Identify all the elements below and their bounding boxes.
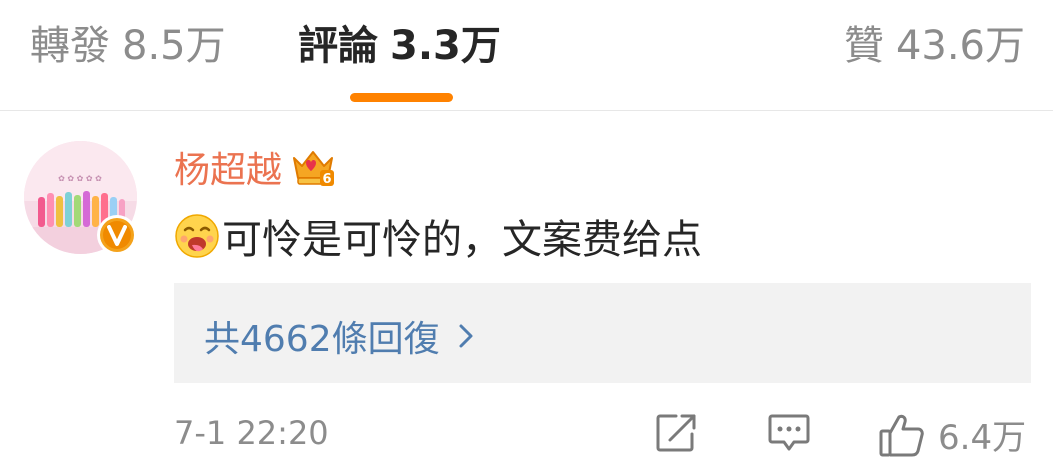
tab-likes-label: 贊 bbox=[843, 23, 884, 69]
svg-text:✿ ✿ ✿ ✿ ✿: ✿ ✿ ✿ ✿ ✿ bbox=[58, 174, 102, 183]
tab-comments-label: 評論 bbox=[298, 23, 378, 69]
like-count: 6.4万 bbox=[938, 418, 1027, 458]
comment-tab-bar: 轉發 8.5万 評論 3.3万 贊 43.6万 bbox=[0, 0, 1053, 111]
crown-icon[interactable]: 6 bbox=[290, 146, 336, 188]
comment-header: 杨超越 6 bbox=[174, 142, 336, 192]
chevron-right-icon bbox=[459, 324, 473, 348]
tab-likes-count: 43.6万 bbox=[895, 23, 1025, 69]
replies-count-label: 共4662條回復 bbox=[204, 319, 440, 360]
comment-timestamp: 7-1 22:20 bbox=[174, 414, 329, 452]
tab-comments-count: 3.3万 bbox=[390, 23, 501, 69]
svg-text:6: 6 bbox=[322, 172, 331, 187]
comment-text: 可怜是可怜的，文案费给点 bbox=[222, 217, 702, 263]
tab-reposts-label: 轉發 bbox=[30, 23, 110, 69]
view-replies-link[interactable]: 共4662條回復 bbox=[204, 310, 474, 362]
active-tab-indicator bbox=[350, 93, 453, 102]
tab-reposts-count: 8.5万 bbox=[122, 23, 226, 69]
username[interactable]: 杨超越 bbox=[174, 141, 282, 193]
replies-preview[interactable]: 共4662條回復 bbox=[174, 283, 1031, 383]
tab-likes[interactable]: 贊 43.6万 bbox=[844, 22, 1025, 70]
comment-icon[interactable] bbox=[766, 412, 812, 454]
verified-badge-icon bbox=[97, 215, 137, 255]
share-icon[interactable] bbox=[654, 412, 700, 454]
like-button[interactable]: 6.4万 bbox=[878, 410, 1026, 459]
comment-body: 可怜是可怜的，文案费给点 bbox=[174, 208, 702, 264]
tab-comments[interactable]: 評論 3.3万 bbox=[298, 22, 501, 70]
comment-footer: 7-1 22:20 6.4万 bbox=[0, 410, 1053, 458]
thumbs-up-icon bbox=[879, 414, 924, 456]
tab-reposts[interactable]: 轉發 8.5万 bbox=[30, 22, 226, 70]
greedy-face-emoji-icon bbox=[175, 214, 219, 258]
